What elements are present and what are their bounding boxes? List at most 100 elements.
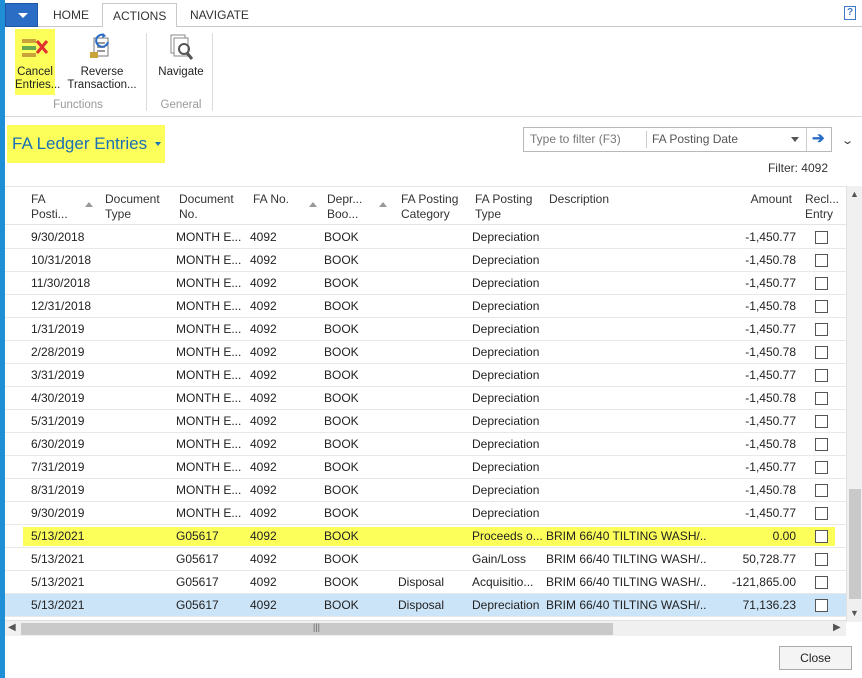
cell-fa-posting-category [398,548,468,570]
column-header-fa-posting-category[interactable]: FA Posting Category [401,192,471,222]
column-header-document-no[interactable]: Document No. [179,192,249,222]
cell-fa-posting-category: Disposal [398,575,445,589]
reclassification-checkbox[interactable] [815,507,828,520]
cell-fa-no: 4092 [250,299,277,313]
table-row[interactable]: 9/30/2019 MONTH E... 4092 BOOK Depreciation -… [5,502,846,525]
column-header-document-type[interactable]: Document Type [105,192,177,222]
reclassification-checkbox[interactable] [815,484,828,497]
cell-amount: -1,450.77 [745,368,796,382]
scroll-down-icon[interactable]: ▼ [850,608,859,618]
reclassification-checkbox[interactable] [815,530,828,543]
sort-icon[interactable] [309,202,317,207]
cell-document-type [105,341,175,363]
sort-icon[interactable] [379,202,387,207]
column-header-depreciation-book[interactable]: Depr... Boo... [327,192,397,222]
scroll-up-icon[interactable]: ▲ [850,189,859,199]
horizontal-scrollbar[interactable]: ◀ ||| ▶ [5,620,846,636]
vertical-scrollbar[interactable]: ▲ ▼ [846,186,862,622]
cell-amount: -121,865.00 [731,575,796,589]
table-row[interactable]: 5/13/2021 G05617 4092 BOOK Gain/Loss BRIM 66/… [5,548,846,571]
cell-fa-posting-category [398,341,468,363]
reverse-transaction-button[interactable]: Reverse Transaction... [63,29,141,92]
table-row[interactable]: 3/31/2019 MONTH E... 4092 BOOK Depreciation -… [5,364,846,387]
cell-depreciation-book: BOOK [324,230,359,244]
reclassification-checkbox[interactable] [815,392,828,405]
table-row[interactable]: 6/30/2019 MONTH E... 4092 BOOK Depreciation -… [5,433,846,456]
table-row[interactable]: 10/31/2018 MONTH E... 4092 BOOK Depreciation… [5,249,846,272]
cell-document-type [105,525,175,547]
reclassification-checkbox[interactable] [815,231,828,244]
cancel-entries-button[interactable]: Cancel Entries... [15,29,60,95]
column-header-fa-posting-type[interactable]: FA Posting Type [475,192,547,222]
column-header-label: No. [179,207,198,221]
cancel-entries-icon [19,32,51,62]
table-row[interactable]: 4/30/2019 MONTH E... 4092 BOOK Depreciation -… [5,387,846,410]
table-row[interactable]: 11/30/2018 MONTH E... 4092 BOOK Depreciation… [5,272,846,295]
table-row[interactable]: 5/13/2021 G05617 4092 BOOK Disposal Depreciat… [5,594,846,617]
sort-icon[interactable] [85,202,93,207]
column-header-amount[interactable]: Amount [655,192,792,207]
table-row[interactable]: 7/31/2019 MONTH E... 4092 BOOK Depreciation -… [5,456,846,479]
table-row[interactable]: 2/28/2019 MONTH E... 4092 BOOK Depreciation -… [5,341,846,364]
reclassification-checkbox[interactable] [815,346,828,359]
reclassification-checkbox[interactable] [815,553,828,566]
cell-fa-posting-date: 5/13/2021 [31,529,85,543]
table-row[interactable]: 12/31/2018 MONTH E... 4092 BOOK Depreciation… [5,295,846,318]
cell-amount: 0.00 [772,529,796,543]
arrow-right-icon[interactable]: ➔ [812,131,826,147]
tab-home[interactable]: HOME [43,3,99,27]
reclassification-checkbox[interactable] [815,277,828,290]
table-row[interactable]: 5/13/2021 G05617 4092 BOOK Disposal Acquisiti… [5,571,846,594]
cell-fa-posting-type: Depreciation [472,368,540,382]
cell-fa-posting-date: 10/31/2018 [31,253,92,267]
column-header-reclassification-entry[interactable]: Recl... Entry [805,192,845,222]
reclassification-checkbox[interactable] [815,323,828,336]
cell-document-type [105,571,175,593]
close-button[interactable]: Close [779,646,852,670]
cell-document-type [105,479,175,501]
reclassification-checkbox[interactable] [815,300,828,313]
help-icon[interactable]: ? [844,6,856,20]
table-row[interactable]: 8/31/2019 MONTH E... 4092 BOOK Depreciation -… [5,479,846,502]
cell-document-type [105,364,175,386]
file-menu-button[interactable] [5,3,38,27]
reclassification-checkbox[interactable] [815,415,828,428]
reclassification-checkbox[interactable] [815,254,828,267]
cell-depreciation-book: BOOK [324,437,359,451]
cell-fa-posting-type: Depreciation [472,276,540,290]
page-title[interactable]: FA Ledger Entries [7,125,165,163]
reverse-transaction-icon [86,32,118,62]
reclassification-checkbox[interactable] [815,599,828,612]
filter-input[interactable]: Type to filter (F3) [530,128,640,151]
table-row[interactable]: 5/13/2021 G05617 4092 BOOK Proceeds o... BRIM… [5,525,846,548]
reclassification-checkbox[interactable] [815,461,828,474]
tab-actions[interactable]: ACTIONS [102,3,178,28]
collapse-chevron-icon[interactable]: ⌄ [841,134,854,147]
filter-field-select[interactable]: FA Posting Date [652,128,738,151]
cell-amount: -1,450.77 [745,506,796,520]
reclassification-checkbox[interactable] [815,369,828,382]
navigate-button[interactable]: Navigate [153,29,209,79]
ribbon-tabbar: HOME ACTIONS NAVIGATE ? [5,0,862,28]
vertical-scroll-thumb[interactable] [849,489,861,599]
scroll-left-icon[interactable]: ◀ [8,622,16,633]
cell-document-no: G05617 [176,552,219,566]
column-header-label: Type [475,207,502,221]
cell-amount: -1,450.77 [745,276,796,290]
reclassification-checkbox[interactable] [815,576,828,589]
tab-navigate[interactable]: NAVIGATE [180,3,259,27]
cell-depreciation-book: BOOK [324,276,359,290]
column-header-label: Document [179,192,234,206]
column-header-label: Amount [750,192,792,206]
column-header-label: Category [401,207,450,221]
reclassification-checkbox[interactable] [815,438,828,451]
chevron-down-icon[interactable] [791,137,799,142]
cell-fa-posting-date: 1/31/2019 [31,322,85,336]
cell-fa-posting-type: Depreciation [472,506,540,520]
scroll-right-icon[interactable]: ▶ [833,622,841,633]
table-row[interactable]: 5/31/2019 MONTH E... 4092 BOOK Depreciation -… [5,410,846,433]
column-header-fa-posting-date[interactable]: FA Posti... [31,192,101,222]
table-row[interactable]: 1/31/2019 MONTH E... 4092 BOOK Depreciation -… [5,318,846,341]
table-row[interactable]: 9/30/2018 MONTH E... 4092 BOOK Depreciation -… [5,226,846,249]
cell-fa-no: 4092 [250,437,277,451]
